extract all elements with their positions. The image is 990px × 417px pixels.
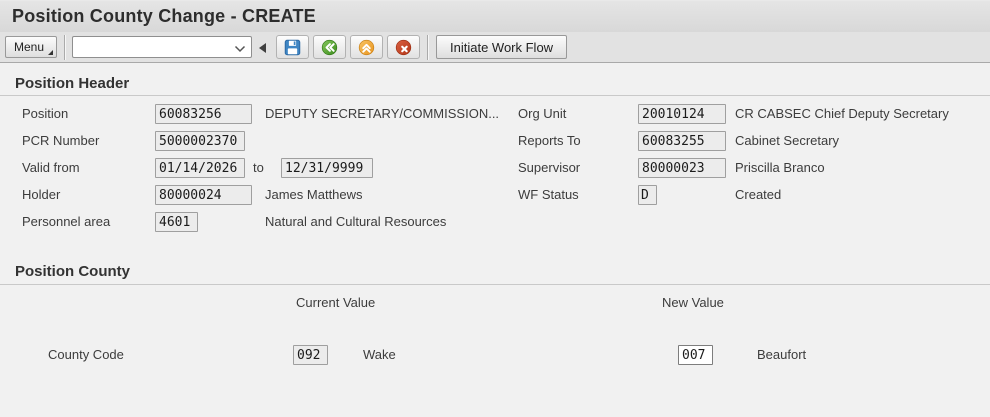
position-label: Position bbox=[22, 106, 69, 121]
current-value-header: Current Value bbox=[296, 295, 376, 310]
toolbar-separator bbox=[427, 35, 428, 60]
county-code-current-desc: Wake bbox=[363, 347, 396, 362]
personnel-area-field[interactable] bbox=[155, 212, 198, 232]
toolbar-separator bbox=[64, 35, 65, 60]
new-value-header: New Value bbox=[662, 295, 724, 310]
position-desc: DEPUTY SECRETARY/COMMISSION... bbox=[265, 106, 500, 121]
save-icon bbox=[284, 39, 301, 55]
app-window: Position County Change - CREATE Menu Ini… bbox=[0, 0, 990, 417]
valid-to-field[interactable] bbox=[281, 158, 373, 178]
cancel-button[interactable] bbox=[387, 35, 420, 59]
pcr-number-field[interactable] bbox=[155, 131, 245, 151]
holder-field[interactable] bbox=[155, 185, 252, 205]
page-title: Position County Change - CREATE bbox=[12, 6, 316, 26]
org-unit-label: Org Unit bbox=[518, 106, 567, 121]
position-county-title: Position County bbox=[15, 263, 130, 280]
supervisor-desc: Priscilla Branco bbox=[735, 160, 825, 175]
back-button[interactable] bbox=[313, 35, 346, 59]
pcr-number-label: PCR Number bbox=[22, 133, 100, 148]
section-divider bbox=[0, 95, 990, 96]
county-code-current-field[interactable] bbox=[293, 345, 328, 365]
toolbar: Menu Initiate Work Flow bbox=[0, 32, 990, 63]
org-unit-field[interactable] bbox=[638, 104, 726, 124]
wf-status-label: WF Status bbox=[518, 187, 579, 202]
title-bar: Position County Change - CREATE bbox=[0, 1, 990, 32]
org-unit-desc: CR CABSEC Chief Deputy Secretary bbox=[735, 106, 949, 121]
holder-desc: James Matthews bbox=[265, 187, 363, 202]
command-input[interactable] bbox=[75, 38, 233, 56]
exit-icon bbox=[358, 39, 375, 55]
menu-corner-icon bbox=[48, 50, 53, 55]
supervisor-label: Supervisor bbox=[518, 160, 581, 175]
reports-to-label: Reports To bbox=[518, 133, 581, 148]
menu-button[interactable]: Menu bbox=[5, 36, 57, 58]
county-code-label: County Code bbox=[48, 347, 124, 362]
wf-status-field[interactable] bbox=[638, 185, 657, 205]
valid-from-label: Valid from bbox=[22, 160, 80, 175]
holder-label: Holder bbox=[22, 187, 61, 202]
supervisor-field[interactable] bbox=[638, 158, 726, 178]
exit-button[interactable] bbox=[350, 35, 383, 59]
valid-from-field[interactable] bbox=[155, 158, 245, 178]
personnel-area-label: Personnel area bbox=[22, 214, 111, 229]
reports-to-field[interactable] bbox=[638, 131, 726, 151]
valid-to-label: to bbox=[253, 160, 264, 175]
county-code-new-field[interactable] bbox=[678, 345, 713, 365]
chevron-down-icon[interactable] bbox=[234, 45, 246, 53]
cancel-icon bbox=[395, 39, 412, 55]
command-combobox[interactable] bbox=[72, 36, 252, 58]
personnel-area-desc: Natural and Cultural Resources bbox=[265, 214, 447, 229]
wf-status-desc: Created bbox=[735, 187, 782, 202]
section-divider bbox=[0, 284, 990, 285]
back-icon bbox=[321, 39, 338, 55]
county-code-new-desc: Beaufort bbox=[757, 347, 807, 362]
position-header-title: Position Header bbox=[15, 75, 130, 92]
menu-button-label: Menu bbox=[14, 40, 45, 54]
initiate-workflow-button[interactable]: Initiate Work Flow bbox=[436, 35, 568, 59]
position-field[interactable] bbox=[155, 104, 252, 124]
triangle-left-icon[interactable] bbox=[259, 43, 266, 53]
reports-to-desc: Cabinet Secretary bbox=[735, 133, 840, 148]
save-button[interactable] bbox=[276, 35, 309, 59]
